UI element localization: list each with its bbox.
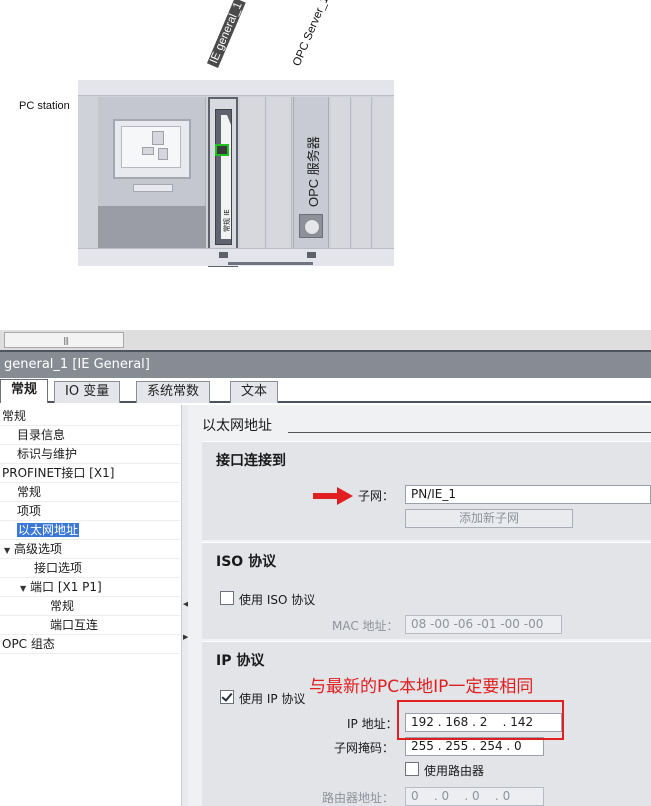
group-title: ISO 协议 (216, 554, 277, 570)
nav-item-label: 端口互连 (50, 618, 99, 632)
pc-module-base (98, 206, 206, 248)
station-rack[interactable]: 常规 IE OPC 服务器 (78, 80, 394, 267)
network-connector-icon[interactable] (307, 252, 316, 258)
property-content: 以太网地址 接口连接到 子网： PN/IE_1 添加新子网 ISO 协议 使用 … (188, 405, 651, 806)
document-icon (152, 131, 164, 145)
nav-item-label: 端口 [X1 P1] (30, 580, 102, 594)
device-view: IE general_1 OPC Server_1 PC station 常规 … (0, 0, 651, 330)
keyboard-icon (133, 184, 173, 192)
router-address-field[interactable]: 0 . 0 . 0 . 0 (405, 787, 544, 806)
router-address-label: 路由器地址： (322, 791, 395, 805)
inspector-tabs: 常规 IO 变量 系统常数 文本 (0, 378, 651, 403)
ie-card-text: 常规 IE (223, 209, 231, 232)
nav-item-ethernet-addresses[interactable]: 以太网地址 (0, 521, 180, 540)
nav-item-label: 常规 (50, 599, 75, 613)
opc-module-name-label[interactable]: OPC Server_1 (291, 0, 331, 68)
iso-protocol-group: ISO 协议 使用 ISO 协议 MAC 地址： 08 -00 -06 -01 … (202, 542, 651, 639)
nav-item-label: 常规 (17, 485, 42, 499)
nav-item-label: 目录信息 (17, 428, 66, 442)
nav-item-general[interactable]: 常规 (0, 407, 180, 426)
add-subnet-button[interactable]: 添加新子网 (405, 509, 573, 528)
section-divider (288, 432, 651, 433)
nav-item-opc-config[interactable]: OPC 组态 (0, 635, 180, 654)
opc-module-text: OPC 服务器 (306, 136, 321, 207)
group-title: IP 协议 (216, 653, 265, 669)
tab-io-tags[interactable]: IO 变量 (54, 381, 121, 403)
nav-item-label: 以太网地址 (17, 523, 80, 537)
use-ip-label: 使用 IP 协议 (239, 692, 306, 706)
network-line[interactable] (228, 262, 313, 265)
subnet-select[interactable]: PN/IE_1 (405, 485, 651, 504)
nav-splitter[interactable]: ◀ ▶ (181, 405, 188, 806)
nav-item-label: PROFINET接口 [X1] (2, 466, 115, 480)
expand-triangle-icon[interactable]: ▼ (20, 579, 30, 598)
interface-connection-group: 接口连接到 子网： PN/IE_1 添加新子网 (202, 441, 651, 540)
pc-screen (121, 126, 181, 168)
nav-item-port-interconnection[interactable]: 端口互连 (0, 616, 180, 635)
network-connector-icon[interactable] (219, 252, 228, 258)
rack-slot-empty[interactable] (352, 97, 372, 248)
annotation-highlight-box (397, 700, 564, 740)
mac-address-label: MAC 地址： (332, 619, 399, 633)
nav-item-label: OPC 组态 (2, 637, 55, 651)
nav-item-identification[interactable]: 标识与维护 (0, 445, 180, 464)
ie-general-module[interactable] (208, 97, 238, 267)
group-title: 接口连接到 (216, 453, 286, 469)
rack-slot-empty[interactable] (331, 97, 351, 248)
use-iso-checkbox[interactable] (220, 591, 234, 605)
red-arrow-annotation (313, 487, 353, 505)
nav-item-advanced-options[interactable]: ▼ 高级选项 (0, 540, 180, 559)
nav-item-interface-options[interactable]: 接口选项 (0, 559, 180, 578)
nav-item-label: 常规 (2, 409, 27, 423)
use-router-checkbox[interactable] (405, 762, 419, 776)
use-ip-checkbox[interactable] (220, 690, 234, 704)
pc-module[interactable] (98, 97, 206, 248)
rack-slot-empty[interactable] (240, 97, 266, 248)
use-iso-label: 使用 ISO 协议 (239, 593, 316, 607)
nav-item-port[interactable]: ▼ 端口 [X1 P1] (0, 578, 180, 597)
document-icon (158, 148, 168, 160)
rack-slot-empty[interactable] (267, 97, 292, 248)
subnet-label: 子网： (358, 489, 395, 503)
section-header: 以太网地址 (202, 418, 272, 434)
ie-module-name-label[interactable]: IE general_1 (206, 0, 246, 69)
tab-system-constants[interactable]: 系统常数 (136, 381, 211, 403)
ip-address-label: IP 地址： (347, 717, 398, 731)
mac-address-field[interactable]: 08 -00 -06 -01 -00 -00 (405, 615, 562, 634)
nav-item-label: 接口选项 (34, 561, 83, 575)
ethernet-port-icon[interactable] (215, 144, 229, 156)
nav-item-profinet-interface[interactable]: PROFINET接口 [X1] (0, 464, 180, 483)
opc-disc-icon (299, 214, 323, 238)
annotation-text: 与最新的PC本地IP一定要相同 (309, 677, 534, 697)
nav-item-label: 标识与维护 (17, 447, 78, 461)
property-nav-tree: 常规 目录信息 标识与维护 PROFINET接口 [X1] 常规 项项 以太网地… (0, 405, 183, 806)
tab-general[interactable]: 常规 (0, 379, 49, 403)
nav-item-catalog-info[interactable]: 目录信息 (0, 426, 180, 445)
window-icon (142, 147, 154, 155)
subnet-mask-label: 子网掩码： (334, 741, 395, 755)
nav-item-options[interactable]: 项项 (0, 502, 180, 521)
rack-top-rail (78, 80, 394, 96)
inspector-title: general_1 [IE General] (0, 352, 651, 378)
rack-slot-empty[interactable] (373, 97, 394, 248)
nav-item-interface-general[interactable]: 常规 (0, 483, 180, 502)
pc-monitor-icon (113, 119, 191, 179)
pc-station-label: PC station (19, 100, 70, 112)
horizontal-scrollbar[interactable]: ||| (0, 330, 651, 350)
scrollbar-thumb[interactable]: ||| (4, 332, 124, 348)
use-router-label: 使用路由器 (424, 764, 485, 778)
nav-item-label: 项项 (17, 504, 42, 518)
expand-triangle-icon[interactable]: ▼ (4, 541, 14, 560)
nav-item-label: 高级选项 (14, 542, 63, 556)
nav-item-port-general[interactable]: 常规 (0, 597, 180, 616)
scrollbar-grip-icon: ||| (63, 336, 69, 345)
tab-texts[interactable]: 文本 (230, 381, 279, 403)
